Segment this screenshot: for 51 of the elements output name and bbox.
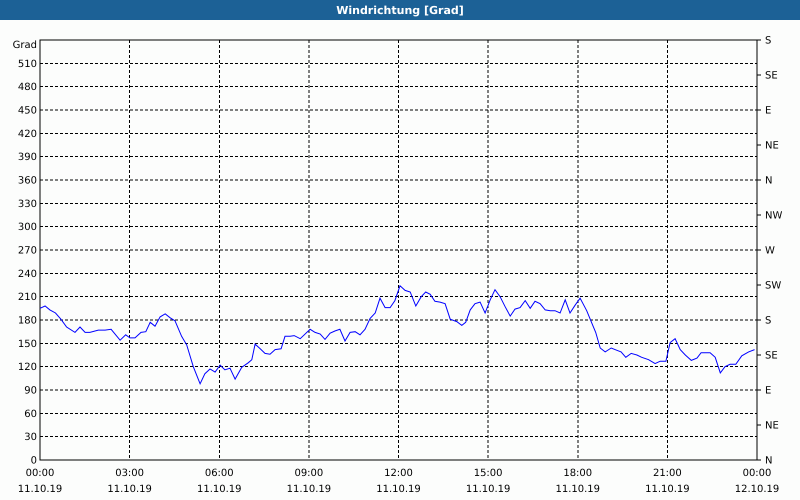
axis-tick-label: 30 <box>24 432 37 444</box>
axis-tick-label: 06:00 <box>204 468 234 479</box>
axis-tick-label: 00:00 <box>742 468 772 479</box>
axis-title: Grad <box>12 40 37 51</box>
axis-tick-label: 300 <box>18 222 37 234</box>
axis-tick-label: 15:00 <box>474 468 503 479</box>
axis-date-label: 11.10.19 <box>555 484 600 495</box>
axis-tick-label: 510 <box>18 58 37 70</box>
axis-tick-label: 21:00 <box>652 468 682 479</box>
axis-tick-label: 90 <box>24 386 37 396</box>
axis-tick-label: 360 <box>18 176 37 186</box>
axis-tick-label: 480 <box>18 82 37 94</box>
axis-tick-label: SE <box>765 70 778 82</box>
axis-date-label: 11.10.19 <box>18 484 62 495</box>
axis-date-label: 11.10.19 <box>645 484 690 495</box>
axis-tick-label: 09:00 <box>294 468 324 479</box>
axis-tick-label: 12:00 <box>384 468 413 479</box>
axis-tick-label: 330 <box>18 198 37 210</box>
axis-tick-label: 210 <box>18 292 37 304</box>
axis-tick-label: SE <box>765 350 778 362</box>
axis-tick-label: SW <box>765 280 782 292</box>
axis-tick-label: E <box>765 106 772 116</box>
axis-tick-label: S <box>765 316 772 326</box>
window-title: Windrichtung [Grad] <box>336 4 464 16</box>
axis-date-label: 11.10.19 <box>286 484 332 495</box>
axis-date-label: 12.10.19 <box>734 484 780 495</box>
axis-tick-label: N <box>765 456 772 466</box>
axis-tick-label: NW <box>765 210 782 222</box>
axis-tick-label: N <box>765 176 772 186</box>
axis-tick-label: 270 <box>18 246 37 256</box>
axis-date-label: 11.10.19 <box>376 484 421 495</box>
axis-tick-label: NE <box>765 140 779 152</box>
axis-tick-label: 240 <box>18 268 37 280</box>
axis-tick-label: 180 <box>18 316 37 326</box>
axis-date-label: 11.10.19 <box>107 484 152 495</box>
axis-tick-label: 03:00 <box>115 468 144 479</box>
axis-tick-label: 150 <box>18 338 37 350</box>
axis-tick-label: 390 <box>18 152 37 164</box>
axis-date-label: 11.10.19 <box>196 484 242 495</box>
axis-tick-label: S <box>765 36 772 46</box>
axis-tick-label: 00:00 <box>26 468 54 479</box>
axis-tick-label: E <box>765 386 772 396</box>
axis-tick-label: 0 <box>30 456 37 466</box>
axis-tick-label: 450 <box>18 106 37 116</box>
axis-tick-label: 120 <box>18 362 37 374</box>
axis-date-label: 11.10.19 <box>466 484 510 495</box>
axis-tick-label: 18:00 <box>563 468 592 479</box>
axis-tick-label: 420 <box>18 128 37 140</box>
axis-tick-label: 60 <box>24 408 37 420</box>
axis-tick-label: NE <box>765 420 779 432</box>
axis-tick-label: W <box>765 246 775 256</box>
